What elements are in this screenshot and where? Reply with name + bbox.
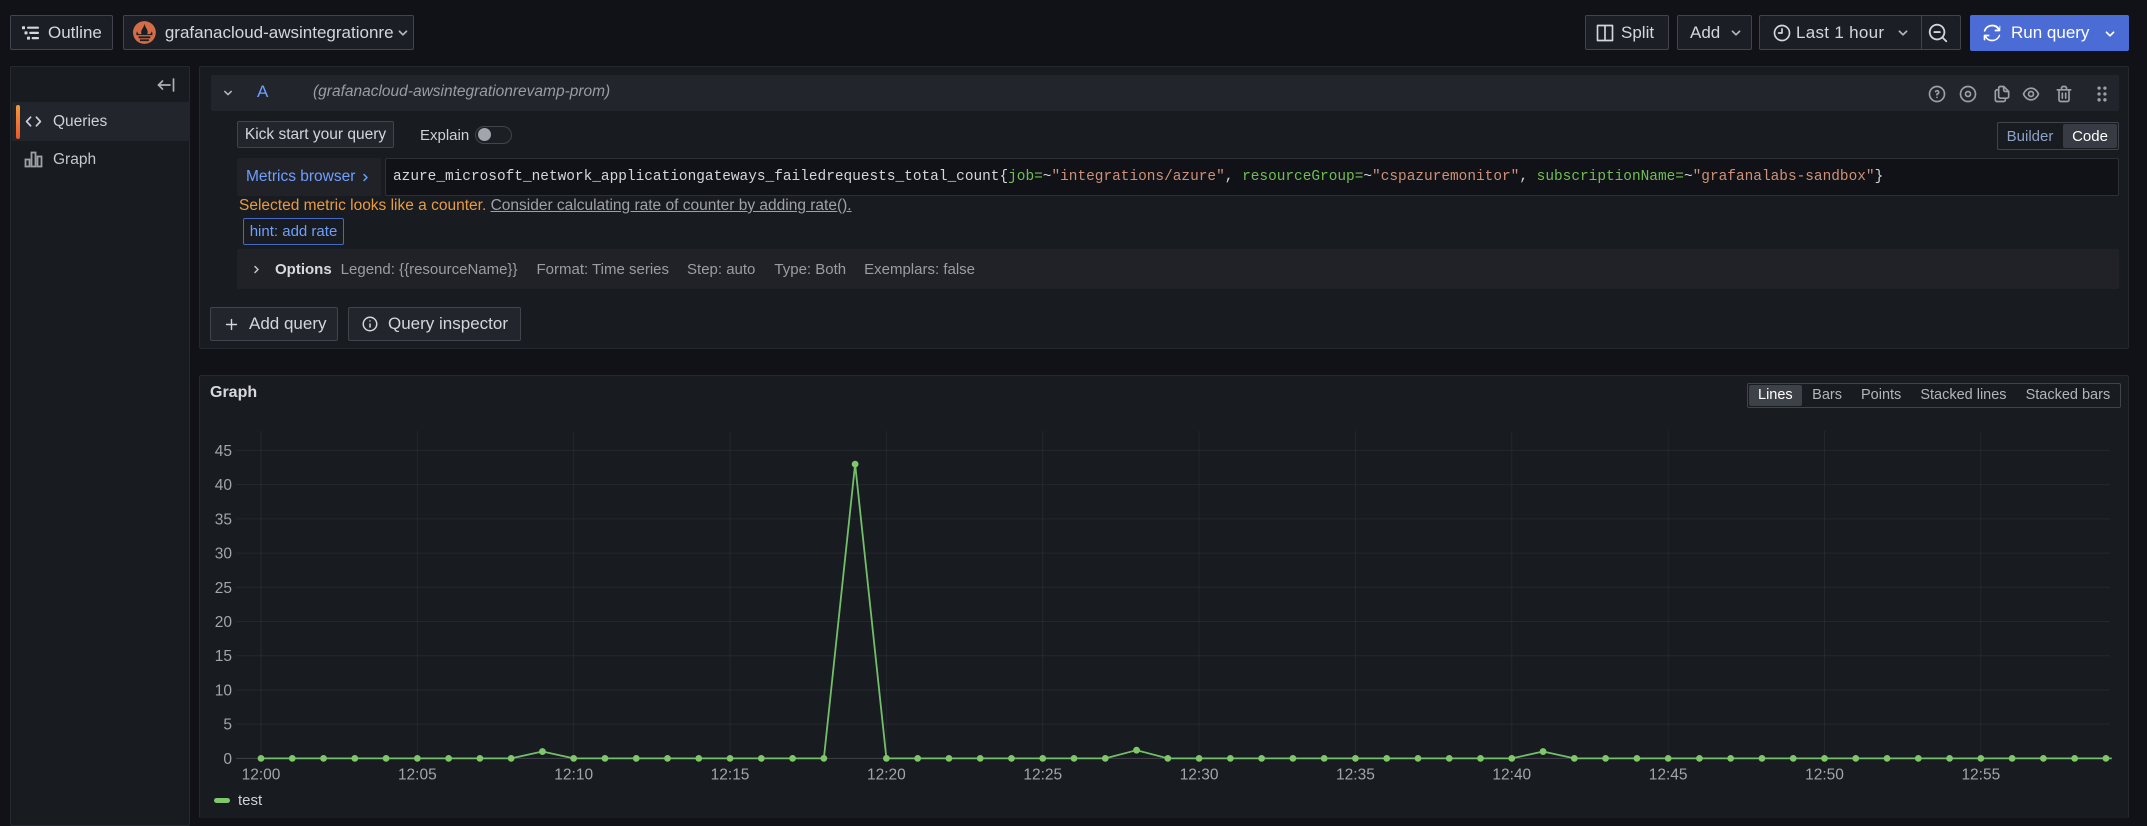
svg-text:12:50: 12:50 — [1805, 766, 1844, 783]
svg-text:12:20: 12:20 — [867, 766, 906, 783]
svg-text:20: 20 — [215, 614, 233, 631]
svg-text:12:10: 12:10 — [554, 766, 593, 783]
svg-text:12:45: 12:45 — [1649, 766, 1688, 783]
svg-text:12:55: 12:55 — [1961, 766, 2000, 783]
svg-text:12:00: 12:00 — [242, 766, 281, 783]
svg-text:30: 30 — [215, 546, 233, 563]
svg-text:test: test — [238, 792, 263, 809]
svg-text:12:15: 12:15 — [711, 766, 750, 783]
svg-text:12:25: 12:25 — [1023, 766, 1062, 783]
svg-text:25: 25 — [215, 580, 232, 597]
svg-text:12:30: 12:30 — [1180, 766, 1219, 783]
svg-text:40: 40 — [215, 477, 233, 494]
svg-text:45: 45 — [215, 443, 232, 460]
svg-text:15: 15 — [215, 648, 232, 665]
svg-text:12:35: 12:35 — [1336, 766, 1375, 783]
svg-text:0: 0 — [223, 751, 232, 768]
svg-text:5: 5 — [223, 717, 232, 734]
svg-text:10: 10 — [215, 682, 233, 699]
svg-text:12:05: 12:05 — [398, 766, 437, 783]
svg-text:35: 35 — [215, 511, 232, 528]
svg-text:12:40: 12:40 — [1492, 766, 1531, 783]
